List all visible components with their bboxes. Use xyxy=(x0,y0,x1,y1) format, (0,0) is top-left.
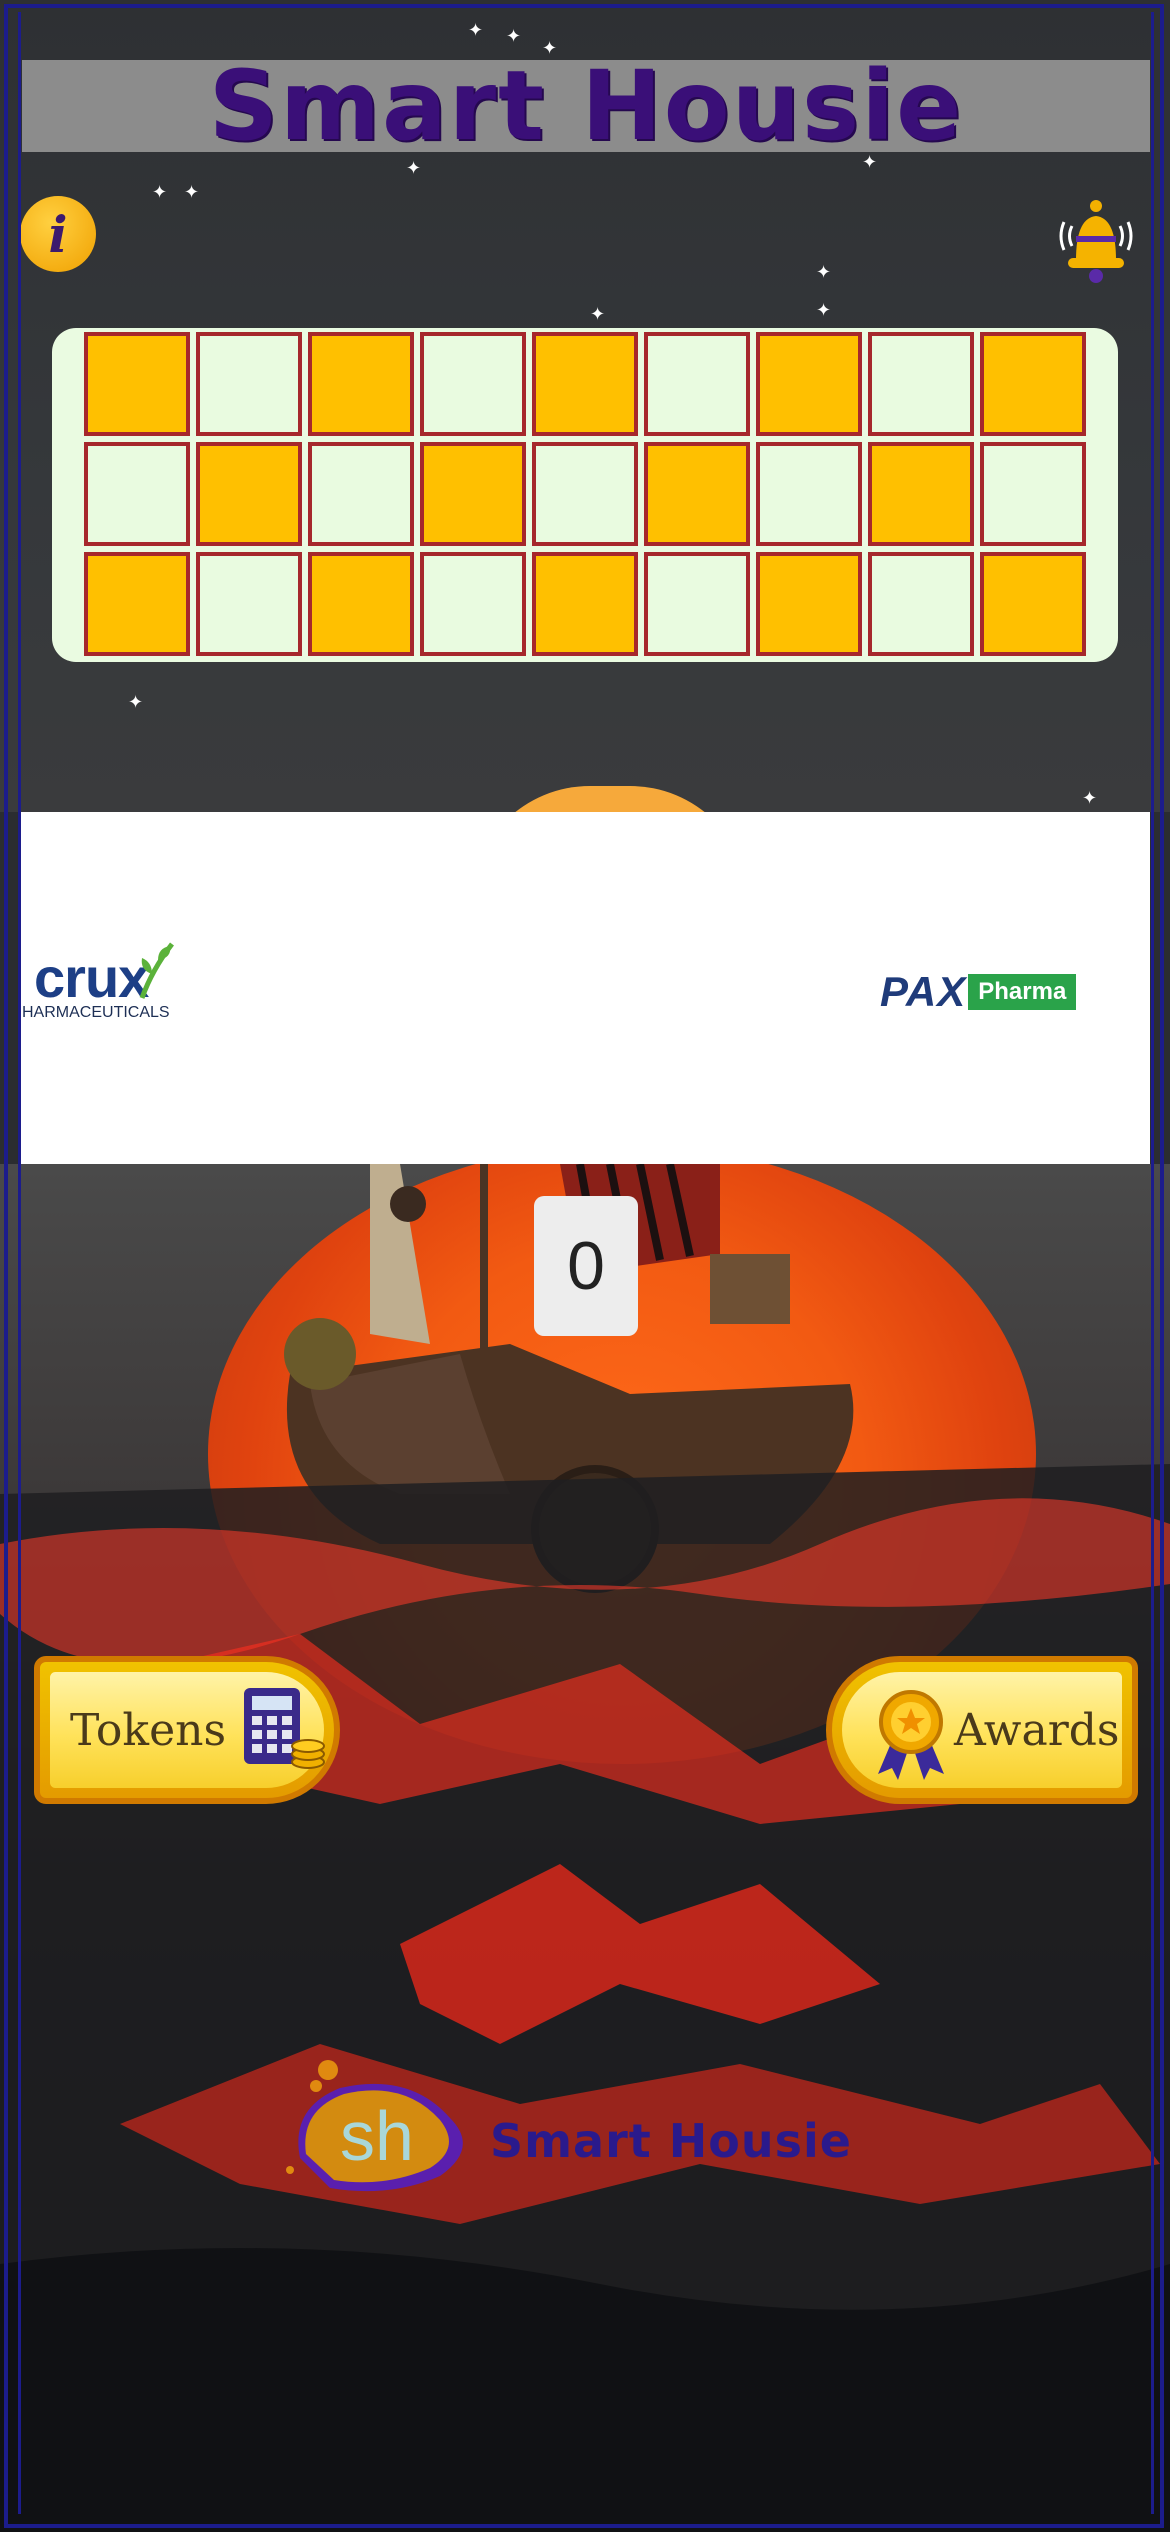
ticket-cell-r1-c1[interactable] xyxy=(84,332,190,436)
ticket-cell-r2-c4[interactable] xyxy=(420,442,526,546)
ticket-cell-r3-c7[interactable] xyxy=(756,552,862,656)
ticket-cell-r2-c7[interactable] xyxy=(756,442,862,546)
ticket-cell-r3-c5[interactable] xyxy=(532,552,638,656)
star-decoration: ✦ xyxy=(816,262,832,283)
ticket-cell-r1-c5[interactable] xyxy=(532,332,638,436)
star-decoration: ✦ xyxy=(152,182,168,203)
page-title: Smart Housie xyxy=(208,50,964,162)
sponsor-banner[interactable]: crux HARMACEUTICALS PAX Pharma xyxy=(20,812,1150,1164)
ticket-cell-r1-c9[interactable] xyxy=(980,332,1086,436)
star-decoration: ✦ xyxy=(468,20,484,41)
ticket-cell-r3-c4[interactable] xyxy=(420,552,526,656)
pharma-tag: Pharma xyxy=(968,974,1077,1010)
crux-subtitle: HARMACEUTICALS xyxy=(22,1004,170,1021)
sunrise-decoration xyxy=(470,786,750,812)
ticket-cell-r2-c8[interactable] xyxy=(868,442,974,546)
brand-name: Smart Housie xyxy=(490,2114,852,2168)
tokens-label: Tokens xyxy=(70,1704,227,1756)
star-decoration: ✦ xyxy=(184,182,200,203)
awards-button[interactable]: Awards xyxy=(826,1656,1138,1804)
number-counter: 0 xyxy=(534,1196,638,1336)
star-decoration: ✦ xyxy=(506,26,522,47)
ticket-cell-r2-c2[interactable] xyxy=(196,442,302,546)
tokens-button[interactable]: Tokens xyxy=(34,1656,340,1804)
star-decoration: ✦ xyxy=(590,304,606,325)
ticket-cell-r1-c4[interactable] xyxy=(420,332,526,436)
ticket-cell-r3-c3[interactable] xyxy=(308,552,414,656)
ticket-cell-r2-c9[interactable] xyxy=(980,442,1086,546)
ship-sunset-scene xyxy=(0,1164,1170,2532)
ticket-grid xyxy=(84,332,1086,656)
crux-wordmark: crux xyxy=(34,946,149,1009)
award-ribbon-icon xyxy=(878,1690,944,1780)
info-button[interactable]: i xyxy=(20,196,96,272)
ticket-cell-r2-c3[interactable] xyxy=(308,442,414,546)
brand-mark: sh xyxy=(340,2097,414,2175)
star-decoration: ✦ xyxy=(128,692,144,713)
star-decoration: ✦ xyxy=(406,158,422,179)
ticket-cell-r1-c7[interactable] xyxy=(756,332,862,436)
star-decoration: ✦ xyxy=(816,300,832,321)
leaf-icon xyxy=(139,942,175,999)
ticket-cell-r3-c6[interactable] xyxy=(644,552,750,656)
awards-label: Awards xyxy=(954,1704,1120,1756)
ticket-cell-r1-c6[interactable] xyxy=(644,332,750,436)
ticket-cell-r3-c8[interactable] xyxy=(868,552,974,656)
ticket-cell-r3-c1[interactable] xyxy=(84,552,190,656)
notifications-button[interactable] xyxy=(1052,196,1140,284)
smart-housie-logo: sh Smart Housie xyxy=(280,2058,900,2198)
ticket-cell-r1-c2[interactable] xyxy=(196,332,302,436)
calculator-icon xyxy=(244,1688,326,1769)
header-bar: Smart Housie xyxy=(22,50,1150,162)
lava-waves-decoration xyxy=(0,1464,1170,2532)
ticket-cell-r2-c6[interactable] xyxy=(644,442,750,546)
bell-icon xyxy=(1059,200,1133,283)
pax-pharma-logo: PAX Pharma xyxy=(880,968,1077,1016)
star-decoration: ✦ xyxy=(1082,788,1098,809)
ticket-cell-r3-c9[interactable] xyxy=(980,552,1086,656)
ticket-cell-r1-c3[interactable] xyxy=(308,332,414,436)
ticket-cell-r1-c8[interactable] xyxy=(868,332,974,436)
ticket-cell-r3-c2[interactable] xyxy=(196,552,302,656)
ticket-cell-r2-c1[interactable] xyxy=(84,442,190,546)
pax-wordmark: PAX xyxy=(880,968,967,1015)
ticket-cell-r2-c5[interactable] xyxy=(532,442,638,546)
info-icon: i xyxy=(48,204,68,264)
housie-ticket xyxy=(52,328,1118,662)
crux-logo: crux HARMACEUTICALS xyxy=(22,940,175,1022)
